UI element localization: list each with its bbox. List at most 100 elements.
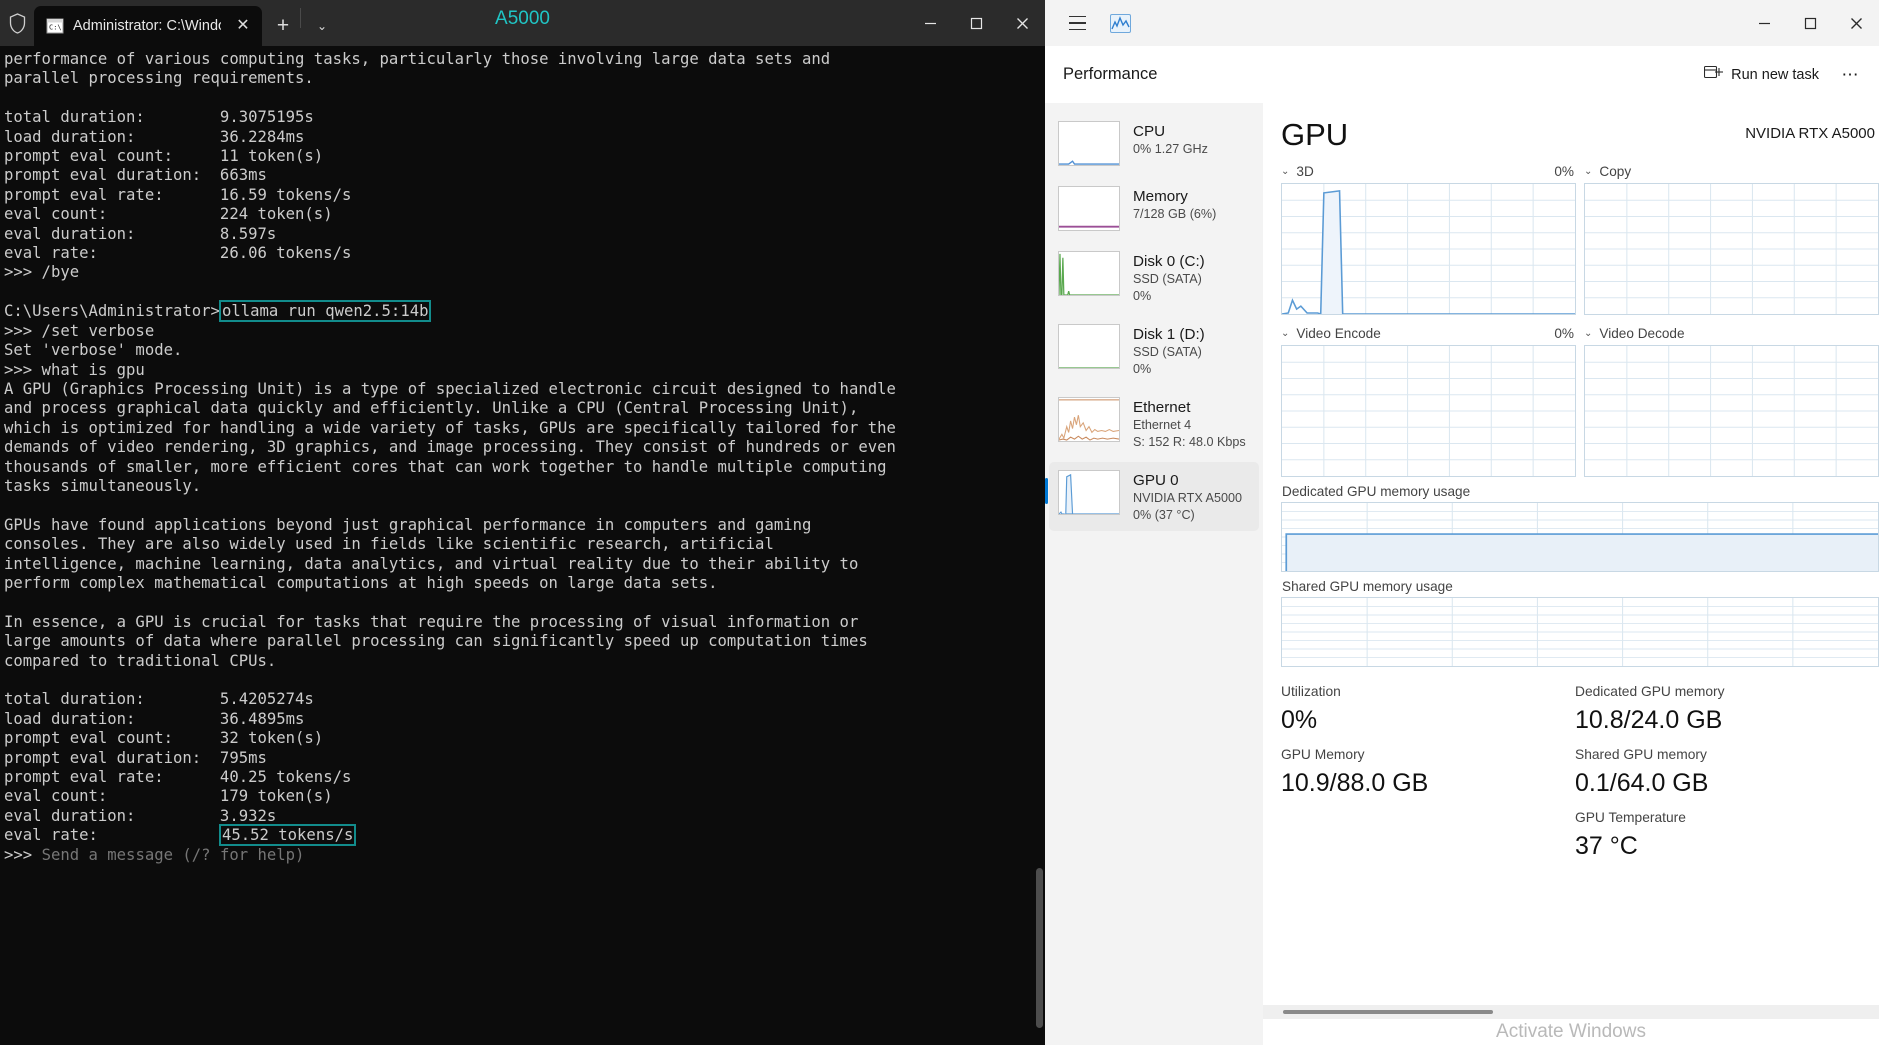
graph-video-encode-box bbox=[1281, 345, 1576, 477]
sidebar-item-disk0-sub2: 0% bbox=[1133, 288, 1152, 303]
run-new-task-icon bbox=[1704, 64, 1724, 85]
cpu-thumbnail bbox=[1058, 121, 1120, 166]
titlebar-divider bbox=[300, 8, 301, 28]
graph-label-copy[interactable]: ⌄ Copy bbox=[1584, 163, 1879, 183]
graph-label-3d[interactable]: ⌄ 3D 0% bbox=[1281, 163, 1576, 183]
gpu-title: GPU bbox=[1281, 117, 1349, 152]
gpu-stats: Utilization 0% GPU Memory 10.9/88.0 GB D… bbox=[1281, 681, 1879, 870]
task-manager-titlebar[interactable] bbox=[1045, 0, 1879, 46]
console-icon: C:\ bbox=[46, 17, 64, 35]
highlighted-eval-rate: 45.52 tokens/s bbox=[218, 824, 357, 847]
sidebar-item-gpu0-text: GPU 0 NVIDIA RTX A5000 0% (37 °C) bbox=[1133, 470, 1242, 523]
sidebar-item-cpu-name: CPU bbox=[1133, 123, 1166, 140]
new-tab-button[interactable]: + bbox=[266, 6, 300, 46]
terminal-window-controls bbox=[907, 0, 1045, 46]
hamburger-menu-icon[interactable] bbox=[1057, 6, 1097, 40]
sidebar-item-disk1-sub2: 0% bbox=[1133, 361, 1152, 376]
graph-3d-label: 3D bbox=[1296, 164, 1314, 179]
stat-value-dedicated-gpu-memory: 10.8/24.0 GB bbox=[1575, 706, 1723, 734]
activate-windows-watermark: Activate Windows bbox=[1496, 1021, 1646, 1042]
horizontal-scrollbar-thumb[interactable] bbox=[1283, 1010, 1493, 1014]
graph-3d-value: 0% bbox=[1554, 164, 1574, 179]
stat-label-dedicated-gpu-memory: Dedicated GPU memory bbox=[1575, 684, 1725, 699]
svg-text:C:\: C:\ bbox=[49, 24, 62, 32]
terminal-tab[interactable]: C:\ Administrator: C:\Windows\s) ✕ bbox=[34, 6, 262, 46]
terminal-body[interactable]: performance of various computing tasks, … bbox=[0, 46, 1045, 1045]
chevron-down-icon[interactable]: ⌄ bbox=[1281, 328, 1289, 339]
gpu-stats-col-right: Dedicated GPU memory 10.8/24.0 GB Shared… bbox=[1575, 681, 1869, 870]
stat-value-shared-gpu-memory: 0.1/64.0 GB bbox=[1575, 769, 1709, 797]
task-manager-content: CPU 0% 1.27 GHz Memory 7/128 GB (6%) Dis… bbox=[1045, 103, 1879, 1045]
graph-video-encode-value: 0% bbox=[1554, 326, 1574, 341]
graph-label-video-encode[interactable]: ⌄ Video Encode 0% bbox=[1281, 325, 1576, 345]
tm-minimize-icon[interactable] bbox=[1741, 0, 1787, 46]
terminal-scrollbar[interactable] bbox=[1036, 868, 1043, 1028]
graph-cell-copy: ⌄ Copy bbox=[1584, 163, 1879, 315]
sidebar-item-ethernet[interactable]: Ethernet Ethernet 4 S: 152 R: 48.0 Kbps bbox=[1049, 389, 1259, 458]
chevron-down-icon[interactable]: ⌄ bbox=[1281, 166, 1289, 177]
stat-label-gpu-temperature: GPU Temperature bbox=[1575, 810, 1686, 825]
sidebar-item-memory[interactable]: Memory 7/128 GB (6%) bbox=[1049, 178, 1259, 239]
terminal-titlebar[interactable]: C:\ Administrator: C:\Windows\s) ✕ + ⌄ A… bbox=[0, 0, 1045, 46]
sidebar-item-memory-name: Memory bbox=[1133, 188, 1188, 205]
sidebar-item-gpu0-name: GPU 0 bbox=[1133, 472, 1179, 489]
sidebar-item-disk0[interactable]: Disk 0 (C:) SSD (SATA) 0% bbox=[1049, 243, 1259, 312]
task-manager-window-controls bbox=[1741, 0, 1879, 46]
sidebar-item-disk1-text: Disk 1 (D:) SSD (SATA) 0% bbox=[1133, 324, 1205, 377]
sidebar-item-disk1[interactable]: Disk 1 (D:) SSD (SATA) 0% bbox=[1049, 316, 1259, 385]
terminal-prompt-path: C:\Users\Administrator> bbox=[4, 302, 220, 321]
graph-label-video-decode[interactable]: ⌄ Video Decode bbox=[1584, 325, 1879, 345]
terminal-lines-mid: >>> /set verbose Set 'verbose' mode. >>>… bbox=[4, 321, 896, 845]
ethernet-thumbnail bbox=[1058, 397, 1120, 442]
close-tab-icon[interactable]: ✕ bbox=[230, 13, 256, 39]
graph-video-decode-label: Video Decode bbox=[1599, 326, 1685, 341]
gpu-header: GPU NVIDIA RTX A5000 bbox=[1281, 117, 1879, 153]
disk1-thumbnail bbox=[1058, 324, 1120, 369]
terminal-tab-title: Administrator: C:\Windows\s) bbox=[73, 18, 221, 34]
shared-gpu-memory-graph bbox=[1281, 597, 1879, 667]
task-manager-header: Performance Run new task ⋯ bbox=[1045, 46, 1879, 103]
stat-value-gpu-temperature: 37 °C bbox=[1575, 832, 1638, 860]
chevron-down-icon[interactable]: ⌄ bbox=[1584, 328, 1592, 339]
run-new-task-label: Run new task bbox=[1731, 66, 1819, 83]
sidebar-item-disk0-text: Disk 0 (C:) SSD (SATA) 0% bbox=[1133, 251, 1205, 304]
shared-gpu-memory-usage-label: Shared GPU memory usage bbox=[1282, 579, 1453, 594]
sidebar-item-disk0-name: Disk 0 (C:) bbox=[1133, 253, 1205, 270]
stat-label-gpu-memory: GPU Memory bbox=[1281, 747, 1365, 762]
more-options-icon[interactable]: ⋯ bbox=[1835, 60, 1865, 90]
tm-close-icon[interactable] bbox=[1833, 0, 1879, 46]
maximize-icon[interactable] bbox=[953, 0, 999, 46]
stat-label-utilization: Utilization bbox=[1281, 684, 1341, 699]
graph-3d-box bbox=[1281, 183, 1576, 315]
terminal-lines-top: performance of various computing tasks, … bbox=[4, 50, 831, 282]
sidebar-item-memory-sub1: 7/128 GB (6%) bbox=[1133, 207, 1217, 221]
graph-video-decode-box bbox=[1584, 345, 1879, 477]
sidebar-item-ethernet-sub1: Ethernet 4 bbox=[1133, 418, 1192, 432]
gpu-model: NVIDIA RTX A5000 bbox=[1745, 125, 1875, 142]
close-window-icon[interactable] bbox=[999, 0, 1045, 46]
shield-icon bbox=[0, 0, 34, 46]
sidebar-item-disk0-sub1: SSD (SATA) bbox=[1133, 272, 1202, 286]
graph-cell-video-decode: ⌄ Video Decode bbox=[1584, 325, 1879, 477]
terminal-output: performance of various computing tasks, … bbox=[4, 50, 1045, 865]
sidebar-item-ethernet-name: Ethernet bbox=[1133, 399, 1191, 416]
graph-copy-label: Copy bbox=[1599, 164, 1632, 179]
minimize-icon[interactable] bbox=[907, 0, 953, 46]
highlighted-command: ollama run qwen2.5:14b bbox=[218, 300, 432, 323]
run-new-task-button[interactable]: Run new task bbox=[1694, 58, 1829, 91]
page-title: Performance bbox=[1063, 65, 1158, 83]
sidebar-item-cpu[interactable]: CPU 0% 1.27 GHz bbox=[1049, 113, 1259, 174]
graph-cell-3d: ⌄ 3D 0% bbox=[1281, 163, 1576, 315]
sidebar-item-ethernet-sub2: S: 152 R: 48.0 Kbps bbox=[1133, 434, 1246, 449]
tm-maximize-icon[interactable] bbox=[1787, 0, 1833, 46]
gpu-detail-panel: GPU NVIDIA RTX A5000 ⌄ 3D 0% ⌄ Copy ⌄ Vi… bbox=[1263, 103, 1879, 1045]
chevron-down-icon[interactable]: ⌄ bbox=[1584, 166, 1592, 177]
chevron-down-icon[interactable]: ⌄ bbox=[305, 6, 339, 46]
horizontal-scrollbar[interactable] bbox=[1263, 1005, 1879, 1019]
sidebar-item-memory-text: Memory 7/128 GB (6%) bbox=[1133, 186, 1216, 223]
dedicated-gpu-memory-usage-label: Dedicated GPU memory usage bbox=[1282, 484, 1471, 499]
sidebar-item-disk1-name: Disk 1 (D:) bbox=[1133, 326, 1205, 343]
sidebar-item-gpu0-sub2: 0% (37 °C) bbox=[1133, 507, 1195, 522]
memory-thumbnail bbox=[1058, 186, 1120, 231]
sidebar-item-gpu0[interactable]: GPU 0 NVIDIA RTX A5000 0% (37 °C) bbox=[1045, 462, 1259, 531]
